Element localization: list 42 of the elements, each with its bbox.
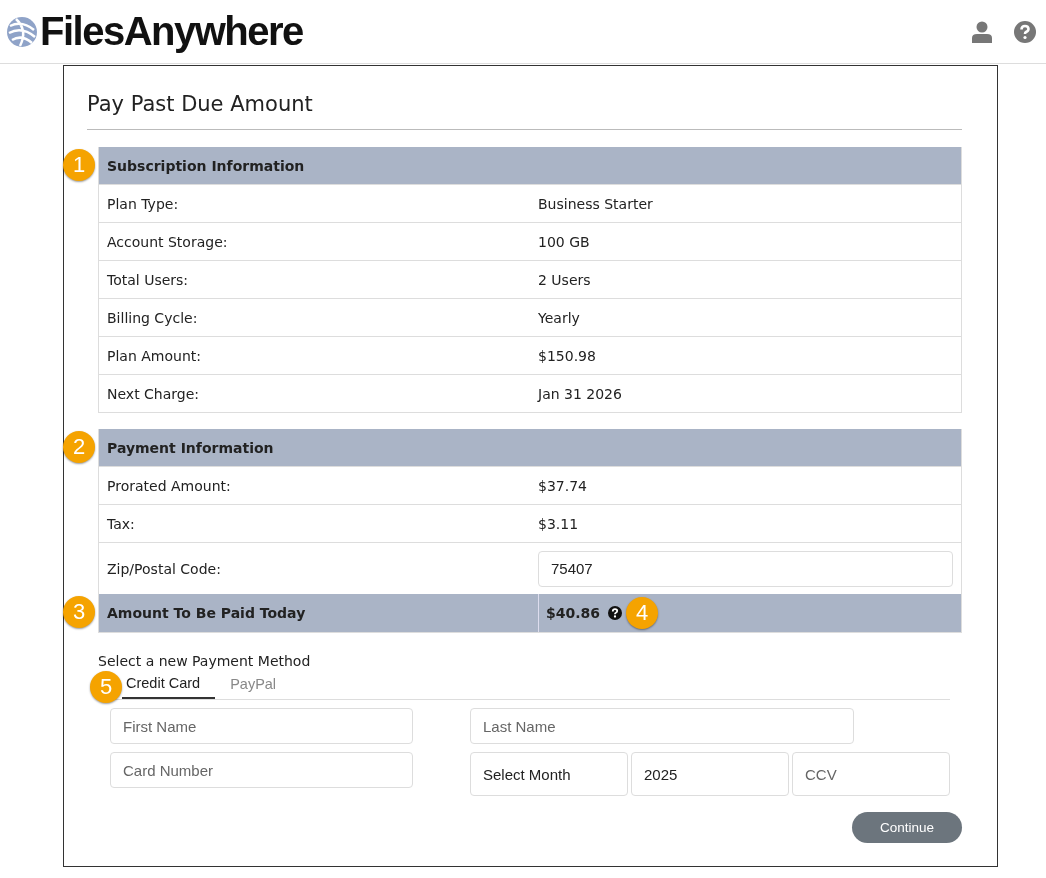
row-value: $37.74 bbox=[538, 477, 587, 494]
row-value: 100 GB bbox=[538, 233, 590, 250]
row-label: Total Users: bbox=[107, 271, 190, 288]
payment-method-label: Select a new Payment Method bbox=[98, 653, 312, 669]
callout-badge: 2 bbox=[63, 431, 95, 463]
continue-button[interactable]: Continue bbox=[852, 812, 962, 843]
page-title: Pay Past Due Amount bbox=[87, 66, 962, 130]
row-value: Jan 31 2026 bbox=[538, 385, 622, 402]
zip-field[interactable]: 75407 bbox=[538, 550, 953, 587]
logo-wordmark: FilesAnywhere bbox=[40, 9, 303, 54]
total-label: Amount To Be Paid Today bbox=[107, 605, 306, 621]
globe-logo-icon bbox=[6, 15, 38, 48]
callout-badge: 4 bbox=[626, 597, 659, 629]
payment-tab[interactable]: Credit Card bbox=[122, 671, 216, 699]
first-name-field[interactable]: First Name bbox=[110, 708, 413, 744]
total-amount: $40.86 bbox=[546, 605, 601, 621]
row-label: Plan Type: bbox=[107, 195, 180, 212]
month-select[interactable]: Select Month bbox=[470, 752, 628, 796]
section-title: Subscription Information bbox=[107, 157, 305, 174]
payment-tab[interactable]: PayPal bbox=[215, 671, 292, 699]
row-value: $3.11 bbox=[538, 515, 579, 532]
row-label: Next Charge: bbox=[107, 385, 201, 402]
year-select[interactable]: 2025 bbox=[631, 752, 789, 796]
row-label: Plan Amount: bbox=[107, 347, 202, 364]
row-label: Zip/Postal Code: bbox=[107, 560, 222, 577]
help-icon[interactable] bbox=[608, 606, 623, 620]
user-icon[interactable] bbox=[972, 20, 992, 43]
card-number-field[interactable]: Card Number bbox=[110, 752, 413, 788]
row-label: Tax: bbox=[107, 515, 136, 532]
callout-badge: 3 bbox=[63, 596, 95, 628]
row-value: $150.98 bbox=[538, 347, 596, 364]
callout-badge: 1 bbox=[63, 149, 95, 181]
last-name-field[interactable]: Last Name bbox=[470, 708, 854, 744]
row-value: Business Starter bbox=[538, 195, 653, 212]
row-value: 2 Users bbox=[538, 271, 591, 288]
row-label: Account Storage: bbox=[107, 233, 229, 250]
section-title: Payment Information bbox=[107, 439, 274, 456]
row-label: Prorated Amount: bbox=[107, 477, 232, 494]
callout-badge: 5 bbox=[90, 671, 122, 703]
ccv-field[interactable]: CCV bbox=[792, 752, 950, 796]
row-label: Billing Cycle: bbox=[107, 309, 199, 326]
row-value: Yearly bbox=[538, 309, 580, 326]
